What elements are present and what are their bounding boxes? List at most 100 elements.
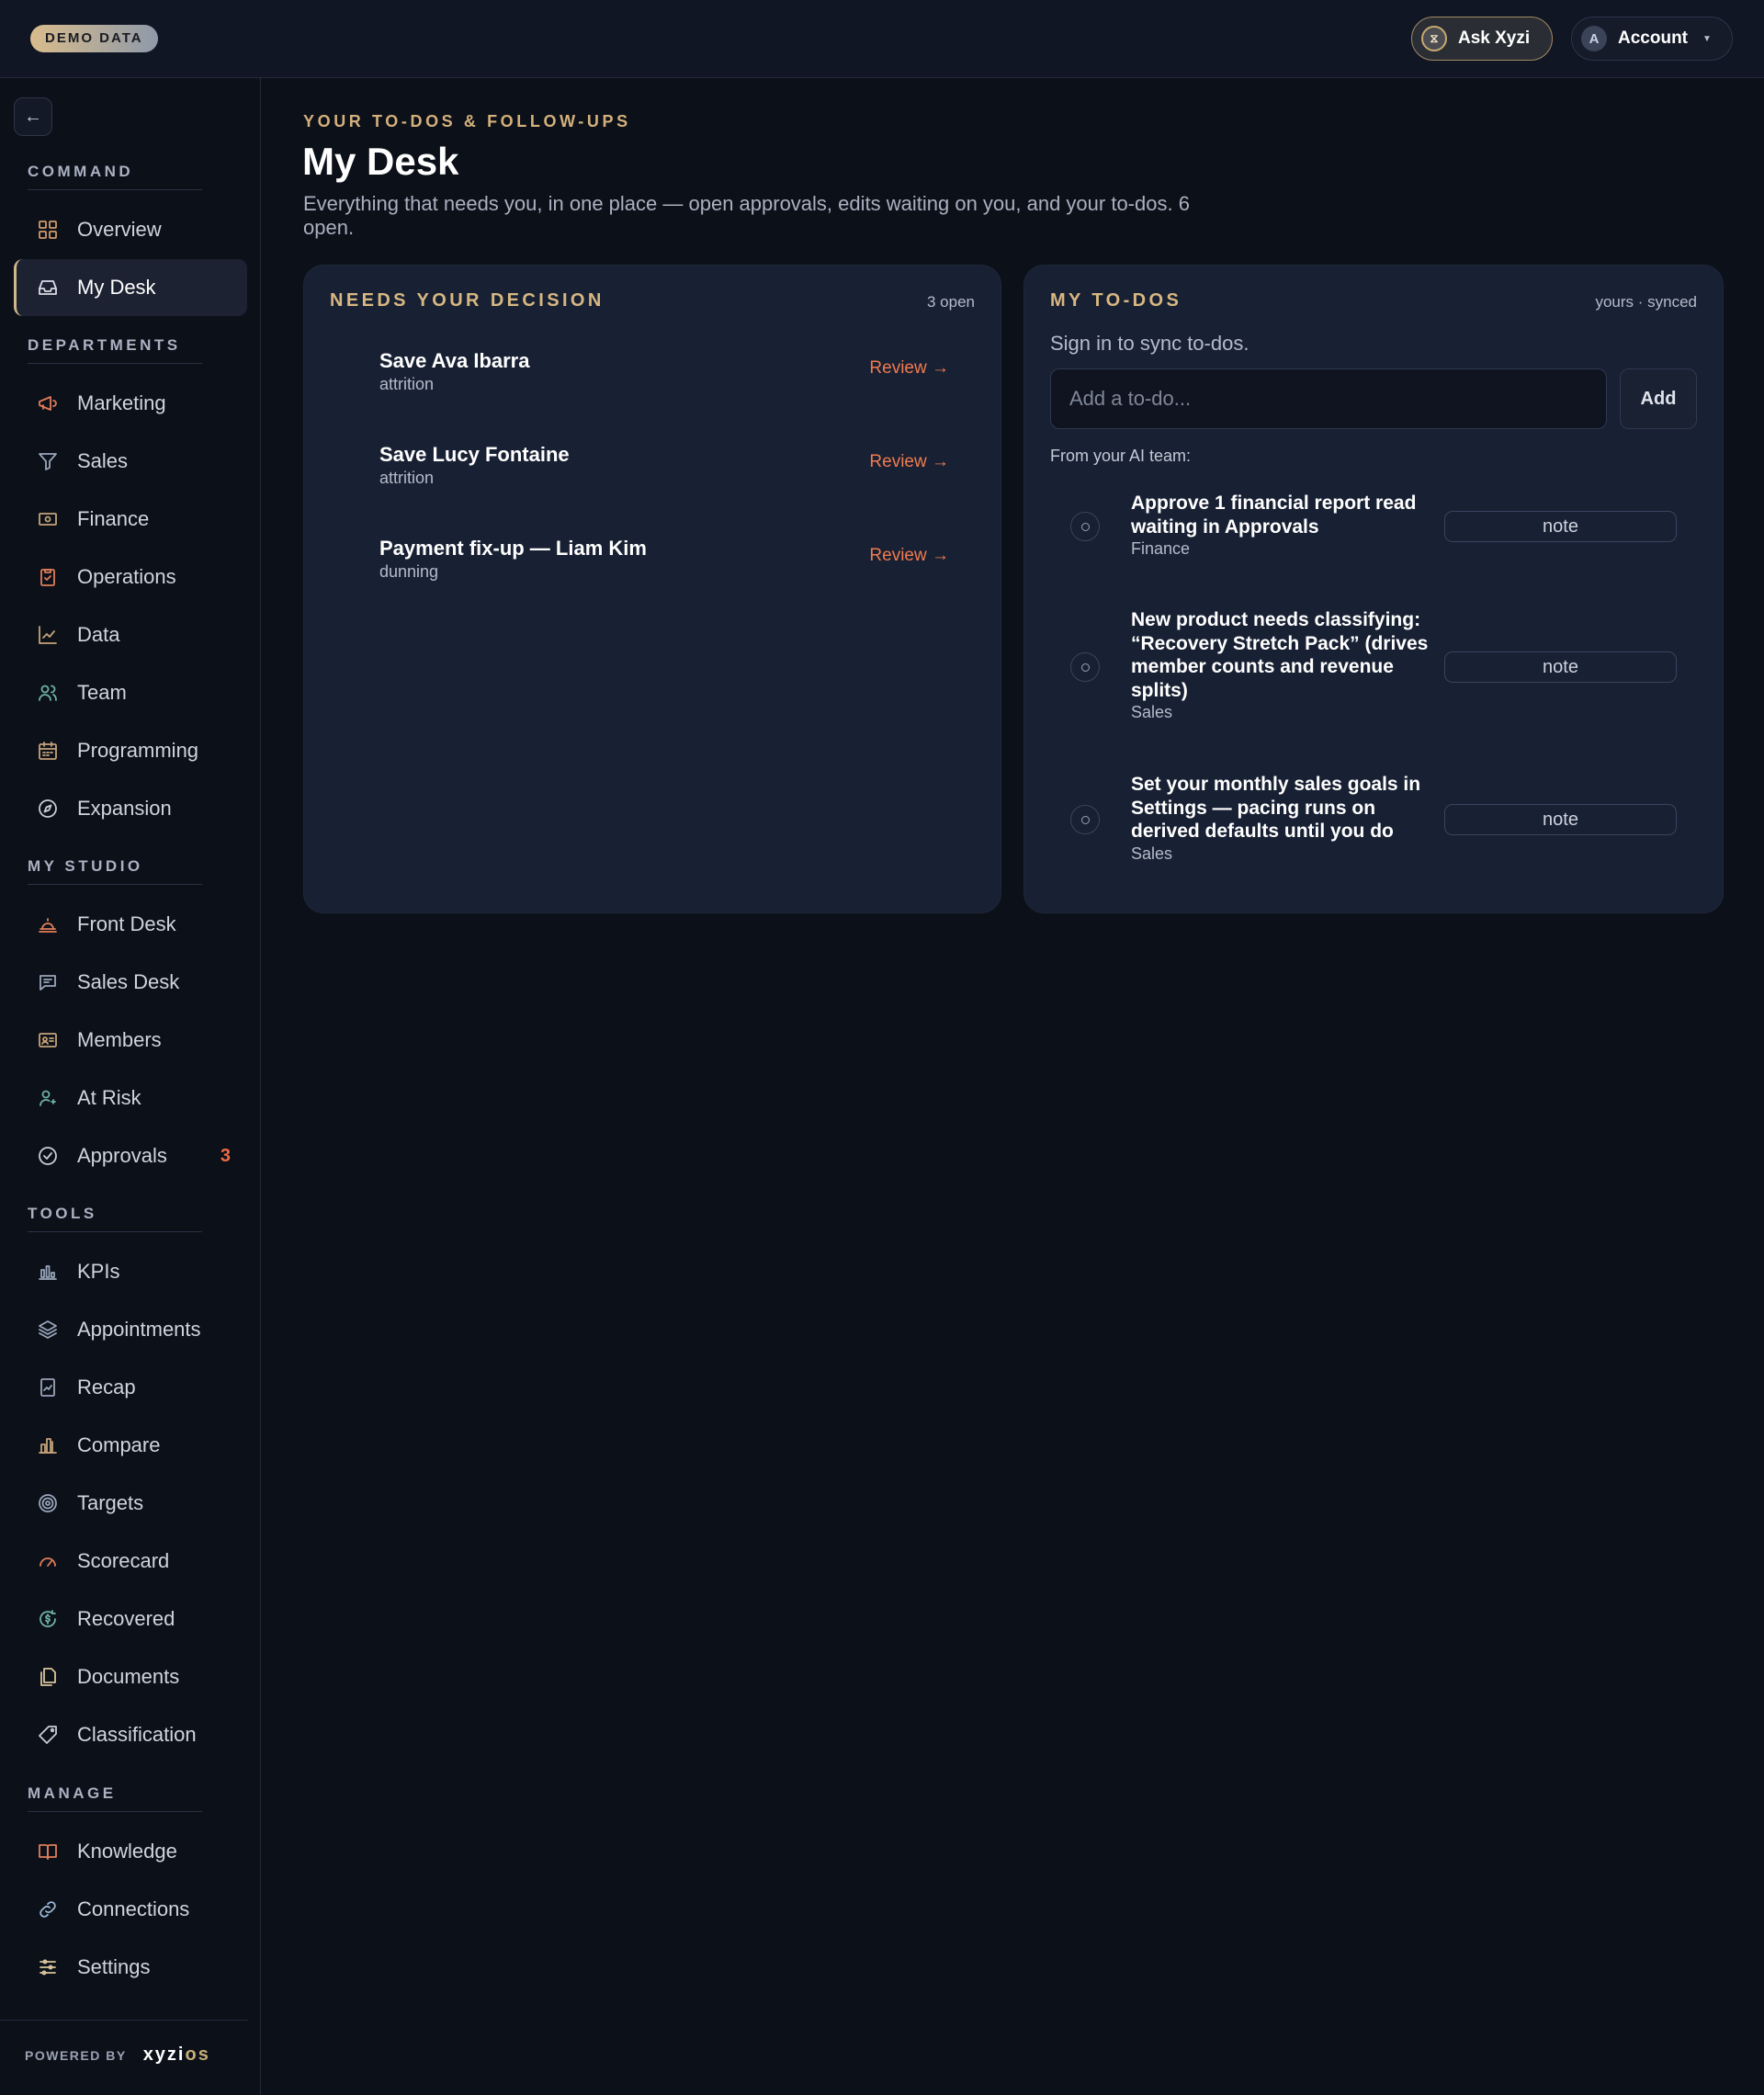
sidebar-item-classification[interactable]: Classification xyxy=(14,1706,247,1763)
card-title: NEEDS YOUR DECISION xyxy=(330,290,605,311)
sidebar-item-programming[interactable]: Programming xyxy=(14,722,247,779)
columns-chart-icon xyxy=(37,1434,59,1456)
sidebar-item-sales[interactable]: Sales xyxy=(14,433,247,490)
sidebar-item-team[interactable]: Team xyxy=(14,664,247,721)
needs-decision-card: NEEDS YOUR DECISION 3 open Save Ava Ibar… xyxy=(303,265,1001,913)
arrow-left-icon: ← xyxy=(24,106,42,127)
link-icon xyxy=(37,1898,59,1920)
sidebar-item-documents[interactable]: Documents xyxy=(14,1648,247,1705)
sidebar-item-marketing[interactable]: Marketing xyxy=(14,375,247,432)
gauge-icon xyxy=(37,1550,59,1572)
todo-checkbox[interactable] xyxy=(1070,652,1100,682)
sidebar-item-label: Team xyxy=(77,681,127,704)
sidebar-item-compare[interactable]: Compare xyxy=(14,1417,247,1474)
refresh-dollar-icon xyxy=(37,1608,59,1630)
powered-by-footer: POWERED BY xyzios xyxy=(0,2020,248,2066)
sidebar-item-approvals[interactable]: Approvals 3 xyxy=(14,1127,247,1184)
note-button[interactable]: note xyxy=(1444,804,1677,835)
sidebar-item-label: Knowledge xyxy=(77,1840,177,1863)
sidebar-item-expansion[interactable]: Expansion xyxy=(14,780,247,837)
add-todo-input[interactable] xyxy=(1050,368,1607,429)
todo-checkbox[interactable] xyxy=(1070,512,1100,541)
grid-icon xyxy=(37,219,59,241)
sidebar-item-kpis[interactable]: KPIs xyxy=(14,1243,247,1300)
todo-title: Set your monthly sales goals in Settings… xyxy=(1131,774,1421,842)
user-alert-icon xyxy=(37,1087,59,1109)
brand-logo: xyzios xyxy=(143,2044,210,2066)
todo-department: Sales xyxy=(1131,844,1173,863)
page-eyebrow: YOUR TO-DOS & FOLLOW-UPS xyxy=(303,112,631,130)
calendar-icon xyxy=(37,740,59,762)
sidebar-item-label: Connections xyxy=(77,1897,190,1920)
signin-message: Sign in to sync to-dos. xyxy=(1050,332,1250,355)
funnel-icon xyxy=(37,450,59,472)
sidebar-item-label: Recap xyxy=(77,1376,136,1399)
decision-item: Save Ava Ibarra attrition Review → xyxy=(379,349,949,413)
sidebar-item-sales-desk[interactable]: Sales Desk xyxy=(14,954,247,1011)
compass-icon xyxy=(37,798,59,820)
page-description: Everything that needs you, in one place … xyxy=(303,192,1190,239)
sidebar-item-label: Marketing xyxy=(77,391,166,414)
sidebar-item-data[interactable]: Data xyxy=(14,606,247,663)
todo-department: Finance xyxy=(1131,539,1191,558)
sidebar-item-label: My Desk xyxy=(77,276,156,299)
decision-type: attrition xyxy=(379,469,435,487)
account-label: Account xyxy=(1618,28,1688,48)
sidebar-item-label: Sales xyxy=(77,449,129,472)
sidebar-item-members[interactable]: Members xyxy=(14,1012,247,1069)
clipboard-check-icon xyxy=(37,566,59,588)
section-title-manage: MANAGE xyxy=(28,1784,202,1812)
sidebar-item-connections[interactable]: Connections xyxy=(14,1881,247,1938)
decision-type: attrition xyxy=(379,375,435,393)
sidebar-item-recovered[interactable]: Recovered xyxy=(14,1591,247,1648)
sidebar-item-label: Targets xyxy=(77,1491,144,1514)
sidebar-item-label: KPIs xyxy=(77,1260,120,1283)
sidebar-item-label: Front Desk xyxy=(77,912,176,935)
sidebar-item-label: Expansion xyxy=(77,797,172,820)
sidebar-item-my-desk[interactable]: My Desk xyxy=(14,259,247,316)
sidebar-item-recap[interactable]: Recap xyxy=(14,1359,247,1416)
layers-icon xyxy=(37,1319,59,1341)
sidebar-item-scorecard[interactable]: Scorecard xyxy=(14,1533,247,1590)
sidebar-item-front-desk[interactable]: Front Desk xyxy=(14,896,247,953)
card-title: MY TO-DOS xyxy=(1050,290,1182,311)
sidebar-item-overview[interactable]: Overview xyxy=(14,201,247,258)
sidebar-item-label: At Risk xyxy=(77,1086,141,1109)
sidebar-item-label: Programming xyxy=(77,739,199,762)
sidebar-item-label: Recovered xyxy=(77,1607,175,1630)
ask-xyzi-button[interactable]: ⧖ Ask Xyzi xyxy=(1411,17,1553,61)
circle-icon xyxy=(1080,662,1090,672)
users-icon xyxy=(37,682,59,704)
note-button[interactable]: note xyxy=(1444,511,1677,542)
bell-icon xyxy=(37,913,59,935)
sidebar-item-label: Scorecard xyxy=(77,1549,170,1572)
check-circle-icon xyxy=(37,1145,59,1167)
line-chart-icon xyxy=(37,624,59,646)
todo-checkbox[interactable] xyxy=(1070,805,1100,834)
brand-suffix: os xyxy=(185,2044,210,2065)
review-link[interactable]: Review → xyxy=(869,546,949,566)
section-title-departments: DEPARTMENTS xyxy=(28,336,202,364)
sidebar-item-targets[interactable]: Targets xyxy=(14,1475,247,1532)
report-icon xyxy=(37,1376,59,1399)
sidebar-item-label: Approvals xyxy=(77,1144,167,1167)
sidebar-item-appointments[interactable]: Appointments xyxy=(14,1301,247,1358)
banknote-icon xyxy=(37,508,59,530)
review-link[interactable]: Review → xyxy=(869,358,949,379)
add-todo-button[interactable]: Add xyxy=(1620,368,1697,429)
demo-data-badge: DEMO DATA xyxy=(30,25,158,52)
chat-icon xyxy=(37,971,59,993)
sidebar-item-label: Documents xyxy=(77,1665,180,1688)
sidebar-item-finance[interactable]: Finance xyxy=(14,491,247,548)
approvals-count-badge: 3 xyxy=(220,1145,231,1166)
review-link[interactable]: Review → xyxy=(869,452,949,472)
sidebar-item-label: Operations xyxy=(77,565,176,588)
note-button[interactable]: note xyxy=(1444,651,1677,683)
sidebar-item-knowledge[interactable]: Knowledge xyxy=(14,1823,247,1880)
decision-item: Save Lucy Fontaine attrition Review → xyxy=(379,443,949,507)
sidebar-item-at-risk[interactable]: At Risk xyxy=(14,1070,247,1127)
account-menu-button[interactable]: A Account ▼ xyxy=(1571,17,1733,61)
sidebar-item-operations[interactable]: Operations xyxy=(14,549,247,606)
collapse-sidebar-button[interactable]: ← xyxy=(14,97,52,136)
sidebar-item-settings[interactable]: Settings xyxy=(14,1939,247,1996)
